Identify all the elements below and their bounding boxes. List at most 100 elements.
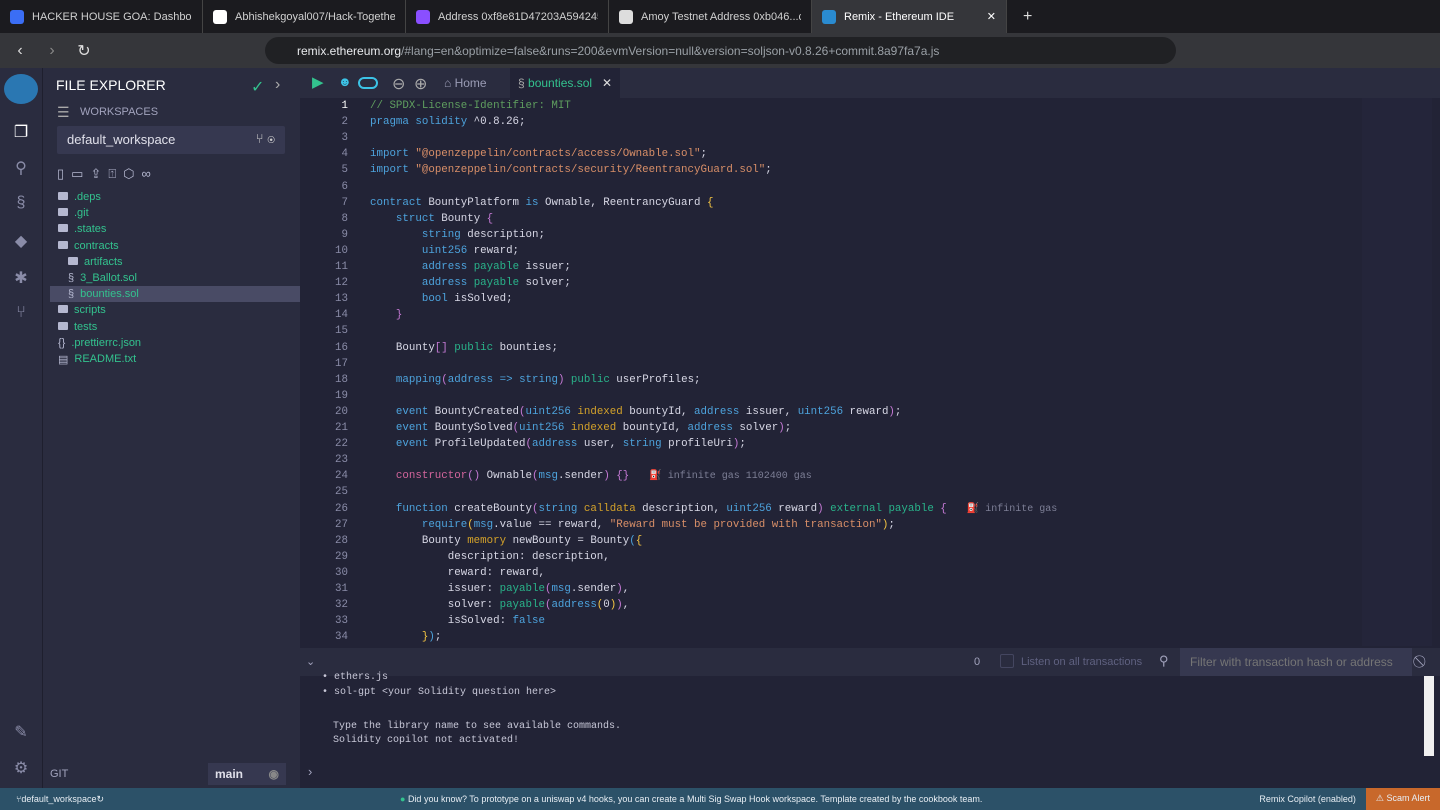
solidity-compiler-icon[interactable]: § [10, 194, 32, 216]
branch-select[interactable]: main ◉ [208, 763, 286, 785]
tip-text: Did you know? To prototype on a uniswap … [407, 794, 983, 804]
file-explorer-icon[interactable]: ❐ [10, 122, 32, 144]
autocompile-toggle[interactable] [358, 77, 378, 89]
tree-item[interactable]: § 3_Ballot.sol [50, 270, 300, 286]
upload-folder-icon[interactable]: ⍐ [108, 166, 123, 181]
code-token: public [570, 373, 610, 386]
minimap[interactable] [1362, 98, 1432, 646]
line-number: 25 [335, 486, 348, 499]
hamburger-icon[interactable]: ☰ [57, 104, 70, 121]
forward-icon[interactable]: › [40, 42, 64, 60]
line-number: 12 [335, 277, 348, 290]
close-tab-icon[interactable]: ✕ [602, 76, 612, 90]
code-token: ; [888, 518, 895, 531]
tree-item[interactable]: scripts [50, 302, 300, 318]
browser-tab[interactable]: Abhishekgoyal007/Hack-Together: [203, 0, 406, 33]
code-token: { [940, 502, 947, 515]
browser-tab[interactable]: Remix - Ethereum IDE ✕ [812, 0, 1007, 33]
select-arrow-icon: ◉ [268, 767, 279, 781]
code-editor[interactable]: 1 // SPDX-License-Identifier: MIT 2 pragma … [300, 98, 1362, 646]
tx-filter-input[interactable] [1180, 648, 1412, 676]
lightbulb-icon: ● [400, 794, 408, 804]
ipfs-icon[interactable]: ⬡ [123, 166, 141, 181]
tree-item[interactable]: ▤ README.txt [50, 351, 300, 367]
code-token: memory [467, 534, 507, 547]
code-token: reward: reward, [370, 566, 545, 579]
code-token: } [395, 309, 403, 322]
code-token: payable [499, 583, 545, 595]
tree-item-label: .deps [74, 191, 101, 203]
terminal-scrollbar[interactable] [1424, 676, 1434, 756]
code-line: uint256 reward; [370, 245, 519, 257]
code-line: Bounty memory newBounty = Bounty({ [370, 535, 642, 547]
browser-tab[interactable]: HACKER HOUSE GOA: Dashboard | [0, 0, 203, 33]
branch-select-icon: ⑂ ◉ [255, 131, 275, 146]
tree-item[interactable]: .deps [50, 189, 300, 205]
chevron-right-icon[interactable]: › [275, 76, 280, 94]
terminal-input[interactable]: › [300, 760, 1440, 788]
line-number: 8 [341, 212, 348, 225]
settings-icon[interactable]: ⚙ [10, 758, 32, 780]
code-token: .value == reward, [493, 518, 610, 531]
browser-tab[interactable]: Amoy Testnet Address 0xb046...c77 [609, 0, 812, 33]
code-token: bountyId, [622, 405, 695, 418]
status-workspace[interactable]: default_workspace [21, 794, 96, 804]
code-token: { [635, 534, 643, 547]
tree-item[interactable]: .git [50, 205, 300, 221]
file-actions[interactable]: ▯▭⇪⍐⬡∞ [57, 166, 158, 182]
search-icon[interactable]: ⚲ [1159, 653, 1169, 669]
address-bar[interactable]: remix.ethereum.org/#lang=en&optimize=fal… [265, 37, 1176, 64]
listen-checkbox[interactable] [1000, 654, 1014, 668]
new-tab-button[interactable]: + [1023, 8, 1032, 26]
code-line: address payable issuer; [370, 261, 571, 273]
deploy-icon[interactable]: ◆ [10, 231, 32, 253]
zoom-in-icon[interactable]: ⊕ [414, 74, 427, 94]
code-token: description; [460, 228, 545, 241]
remix-logo-icon[interactable] [4, 74, 38, 104]
browser-tab[interactable]: Address 0xf8e81D47203A594245E3 [406, 0, 609, 33]
tab-title: Abhishekgoyal007/Hack-Together: [235, 10, 395, 23]
code-token: [] [434, 341, 448, 354]
line-number: 34 [335, 631, 348, 644]
code-token: string [519, 373, 558, 386]
workspace-select[interactable]: default_workspace ⑂ ◉ [57, 126, 285, 154]
plugin-manager-icon[interactable]: ✎ [10, 722, 32, 744]
scam-alert-button[interactable]: ⚠ Scam Alert [1365, 788, 1440, 810]
code-token: solver; [519, 277, 571, 290]
run-icon[interactable]: ▶ [312, 73, 324, 91]
code-token: BountySolved [428, 422, 513, 434]
search-icon[interactable]: ⚲ [10, 158, 32, 180]
link-icon[interactable]: ∞ [142, 166, 158, 181]
copilot-status[interactable]: Remix Copilot (enabled) [1259, 794, 1356, 804]
zoom-out-icon[interactable]: ⊖ [392, 74, 405, 94]
listen-label: Listen on all transactions [1021, 656, 1143, 668]
folder-icon [58, 304, 68, 316]
tree-item[interactable]: artifacts [50, 254, 300, 270]
tree-item[interactable]: § bounties.sol [50, 286, 300, 303]
editor-tabs: ▶ ☻ ⊖ ⊕ ⌂ Home § bounties.sol ✕ [300, 68, 1440, 98]
close-tab-icon[interactable]: ✕ [987, 10, 996, 23]
back-icon[interactable]: ‹ [8, 42, 32, 60]
tree-item[interactable]: .states [50, 221, 300, 237]
debugger-icon[interactable]: ✱ [10, 268, 32, 290]
code-token: Bounty [370, 534, 468, 547]
refresh-icon[interactable]: ↻ [96, 794, 104, 805]
tree-item[interactable]: tests [50, 319, 300, 335]
tab-home[interactable]: ⌂ Home [438, 68, 493, 98]
tree-item[interactable]: {} .prettierrc.json [50, 335, 300, 351]
code-token: constructor [395, 470, 468, 483]
tab-bounties-sol[interactable]: § bounties.sol ✕ [510, 68, 620, 98]
reload-icon[interactable]: ↻ [72, 41, 96, 61]
tree-item-label: README.txt [74, 353, 137, 365]
upload-icon[interactable]: ⇪ [90, 166, 108, 181]
new-file-icon[interactable]: ▯ [57, 166, 71, 181]
collapse-terminal-icon[interactable]: ⌄ [306, 655, 315, 668]
git-icon[interactable]: ⑂ [10, 304, 32, 326]
tree-item[interactable]: contracts [50, 238, 300, 254]
code-token: .sender [557, 470, 604, 483]
ai-bot-icon[interactable]: ☻ [338, 74, 352, 89]
terminal-line: Type the library name to see available c… [333, 720, 622, 732]
new-folder-icon[interactable]: ▭ [71, 166, 90, 181]
